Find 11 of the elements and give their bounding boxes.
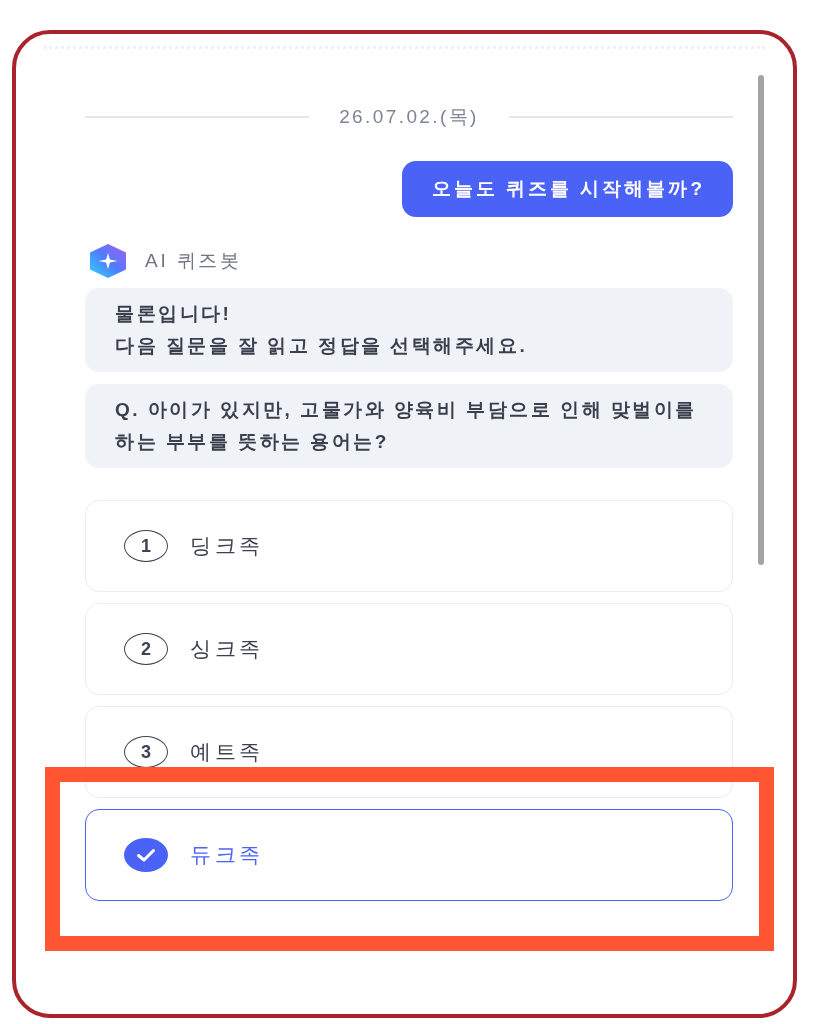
bot-message-bubble: 물론입니다! 다음 질문을 잘 읽고 정답을 선택해주세요. <box>85 288 733 372</box>
scrollbar-thumb[interactable] <box>758 75 764 565</box>
bot-name-label: AI 퀴즈봇 <box>145 249 243 273</box>
answer-option[interactable]: 2 싱크족 <box>85 603 733 695</box>
answer-option[interactable]: 듀크족 <box>85 809 733 901</box>
date-label: 26.07.02.(목) <box>339 105 479 129</box>
check-circle-icon <box>124 838 168 872</box>
user-message-bubble: 오늘도 퀴즈를 시작해볼까? <box>401 161 733 217</box>
bot-message-bubble: Q. 아이가 있지만, 고물가와 양육비 부담으로 인해 맞벌이를 하는 부부를 뜻하는 용어는? <box>85 384 733 468</box>
hexagon-sparkle-icon <box>90 244 126 278</box>
answer-option[interactable]: 1 딩크족 <box>85 500 733 592</box>
